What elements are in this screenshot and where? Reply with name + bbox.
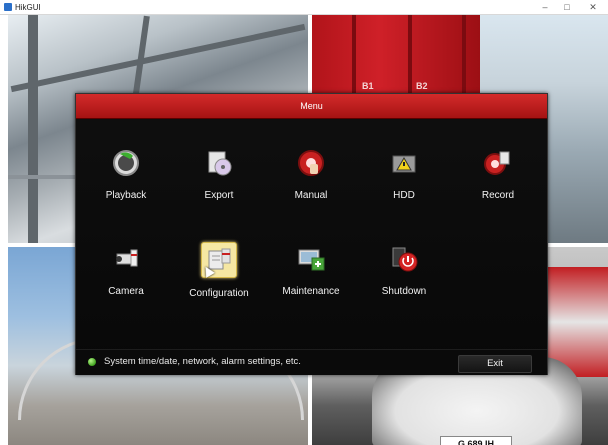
menu-item-shutdown[interactable]: Shutdown	[362, 234, 446, 308]
status-indicator-icon	[88, 358, 96, 366]
status-description: System time/date, network, alarm setting…	[104, 356, 301, 367]
maximize-button[interactable]: □	[556, 0, 578, 14]
hikgui-window: HikGUI – □ ✕ B1 B2 G 689 IH Menu Playbac…	[0, 0, 608, 445]
hdd-icon	[387, 146, 421, 180]
app-icon	[4, 3, 12, 11]
menu-item-camera[interactable]: Camera	[84, 234, 168, 308]
shutdown-icon	[387, 242, 421, 276]
exit-button[interactable]: Exit	[458, 355, 532, 373]
camera-2-label-b1: B1	[362, 81, 374, 91]
license-plate: G 689 IH	[440, 436, 512, 445]
menu-item-label: Record	[481, 190, 515, 201]
menu-item-maintenance[interactable]: Maintenance	[269, 234, 353, 308]
main-menu-dialog: Menu Playback Export Manual HDD Record C…	[75, 93, 548, 375]
maintenance-icon	[294, 242, 328, 276]
export-icon	[202, 146, 236, 180]
record-icon	[481, 146, 515, 180]
menu-item-label: Manual	[294, 190, 328, 201]
menu-item-label: HDD	[393, 190, 415, 201]
menu-item-manual[interactable]: Manual	[269, 138, 353, 212]
menu-item-hdd[interactable]: HDD	[362, 138, 446, 212]
camera-2-label-b2: B2	[416, 81, 428, 91]
menu-status-bar: System time/date, network, alarm setting…	[76, 349, 547, 375]
menu-item-configuration[interactable]: Configuration	[177, 234, 261, 308]
menu-item-label: Configuration	[189, 288, 249, 299]
close-button[interactable]: ✕	[582, 0, 604, 14]
menu-item-label: Shutdown	[381, 286, 427, 297]
menu-item-label: Export	[204, 190, 234, 201]
menu-title: Menu	[76, 94, 547, 119]
menu-item-export[interactable]: Export	[177, 138, 261, 212]
minimize-button[interactable]: –	[534, 0, 556, 14]
menu-item-label: Maintenance	[282, 286, 340, 297]
menu-item-label: Camera	[108, 286, 144, 297]
manual-record-icon	[294, 146, 328, 180]
window-title: HikGUI	[15, 2, 41, 12]
playback-icon	[109, 146, 143, 180]
window-titlebar: HikGUI – □ ✕	[0, 0, 608, 15]
menu-item-record[interactable]: Record	[456, 138, 540, 212]
menu-item-playback[interactable]: Playback	[84, 138, 168, 212]
camera-icon	[109, 242, 143, 276]
menu-item-label: Playback	[105, 190, 147, 201]
